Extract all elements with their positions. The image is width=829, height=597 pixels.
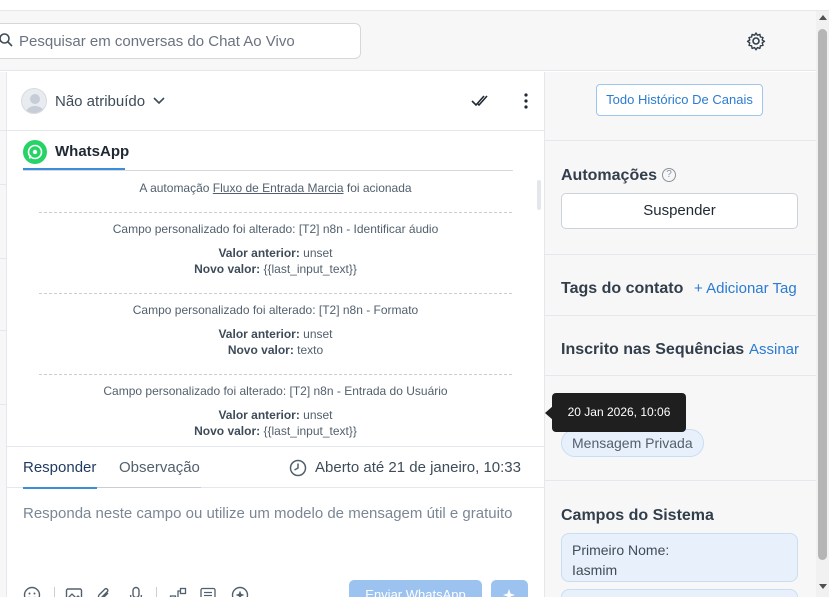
search-placeholder: Pesquisar em conversas do Chat Ao Vivo xyxy=(19,33,295,50)
template-icon[interactable] xyxy=(199,586,217,597)
subscribe-link[interactable]: Assinar xyxy=(749,341,799,358)
send-whatsapp-button[interactable]: Enviar WhatsApp xyxy=(349,580,482,597)
divider xyxy=(545,315,816,316)
clock-icon xyxy=(289,459,307,477)
scrollbar-thumb[interactable] xyxy=(818,29,827,560)
automation-event: A automação Fluxo de Entrada Marcia foi … xyxy=(23,181,528,195)
new-value-label: Novo valor: xyxy=(227,343,294,357)
open-until-label: Aberto até 21 de janeiro, 10:33 xyxy=(315,459,521,476)
automations-title: Automações xyxy=(561,167,658,184)
old-value-label: Valor anterior: xyxy=(218,327,300,341)
old-value-row: Valor anterior: unset xyxy=(23,408,528,422)
new-value-row: Novo valor: texto xyxy=(23,343,528,357)
old-value-label: Valor anterior: xyxy=(218,246,300,260)
tab-responder[interactable]: Responder xyxy=(23,459,96,476)
composer-tabs: Responder Observação Aberto até 21 de ja… xyxy=(7,446,545,489)
field-change-title: Campo personalizado foi alterado: [T2] n… xyxy=(103,384,448,398)
toolbar-divider xyxy=(54,587,55,597)
automation-link[interactable]: Fluxo de Entrada Marcia xyxy=(213,181,344,195)
first-name-field[interactable]: Primeiro Nome: Iasmim xyxy=(561,533,798,582)
chevron-down-icon[interactable] xyxy=(152,94,166,108)
event-prefix: A automação xyxy=(139,181,213,195)
scroll-up-icon[interactable] xyxy=(819,15,827,20)
attach-icon[interactable] xyxy=(95,586,113,597)
emoji-icon[interactable] xyxy=(23,586,41,597)
double-check-icon[interactable] xyxy=(471,91,491,111)
timestamp-tooltip: 20 Jan 2026, 10:06 xyxy=(552,393,686,432)
scroll-down-icon[interactable] xyxy=(819,584,827,589)
channel-history-button[interactable]: Todo Histórico De Canais xyxy=(596,84,763,116)
new-value: texto xyxy=(293,343,324,357)
help-icon[interactable]: ? xyxy=(662,168,676,182)
new-value-row: Novo valor: {{last_input_text}} xyxy=(23,262,528,276)
event-divider xyxy=(39,293,512,294)
image-icon[interactable] xyxy=(65,586,83,597)
sparkle-icon xyxy=(503,589,515,597)
next-field[interactable] xyxy=(561,589,798,597)
avatar xyxy=(21,88,47,114)
divider xyxy=(545,480,816,481)
contact-sidebar: Todo Histórico De Canais Automações ? Su… xyxy=(545,72,816,597)
new-value: {{last_input_text}} xyxy=(260,424,357,438)
divider xyxy=(545,140,816,141)
gear-icon[interactable] xyxy=(746,31,766,51)
old-value: unset xyxy=(299,408,333,422)
page-scrollbar[interactable] xyxy=(816,11,829,597)
divider xyxy=(23,170,513,171)
event-divider xyxy=(39,374,512,375)
first-name-value: Iasmim xyxy=(572,562,618,578)
search-input[interactable]: Pesquisar em conversas do Chat Ao Vivo xyxy=(0,23,361,59)
window-top-bar xyxy=(0,0,829,11)
new-value-label: Novo valor: xyxy=(194,424,261,438)
more-options-icon[interactable] xyxy=(521,91,531,111)
conversation-panel: Não atribuído WhatsApp A automação Fluxo… xyxy=(7,72,545,597)
old-value: unset xyxy=(299,246,333,260)
new-value-label: Novo valor: xyxy=(194,262,261,276)
field-change-title: Campo personalizado foi alterado: [T2] n… xyxy=(132,303,419,317)
divider xyxy=(545,375,816,376)
conversation-header: Não atribuído xyxy=(7,72,545,131)
new-value: {{last_input_text}} xyxy=(260,262,357,276)
activity-feed: A automação Fluxo de Entrada Marcia foi … xyxy=(23,172,543,446)
reply-input[interactable]: Responda neste campo ou utilize um model… xyxy=(23,505,512,522)
first-name-label: Primeiro Nome: xyxy=(572,542,670,558)
microphone-icon[interactable] xyxy=(127,586,145,597)
flow-icon[interactable] xyxy=(169,586,187,597)
new-value-row: Novo valor: {{last_input_text}} xyxy=(23,424,528,438)
suspend-button[interactable]: Suspender xyxy=(561,193,798,229)
assignee-dropdown[interactable]: Não atribuído xyxy=(55,93,145,110)
ai-assist-button[interactable] xyxy=(491,580,528,597)
active-tab-indicator xyxy=(23,487,97,489)
tab-observacao[interactable]: Observação xyxy=(119,459,200,476)
ai-icon[interactable] xyxy=(231,586,249,597)
private-message-chip[interactable]: Mensagem Privada xyxy=(561,429,704,457)
toolbar-divider xyxy=(156,587,157,597)
tags-title: Tags do contato xyxy=(561,280,684,297)
channel-label: WhatsApp xyxy=(55,143,130,160)
event-divider xyxy=(39,212,512,213)
event-suffix: foi acionada xyxy=(343,181,412,195)
whatsapp-icon xyxy=(23,140,47,164)
add-tag-link[interactable]: + Adicionar Tag xyxy=(694,280,797,297)
old-value-label: Valor anterior: xyxy=(218,408,300,422)
feed-scrollbar[interactable] xyxy=(537,180,541,210)
sequences-title: Inscrito nas Sequências xyxy=(561,341,745,358)
old-value-row: Valor anterior: unset xyxy=(23,246,528,260)
old-value: unset xyxy=(299,327,333,341)
divider xyxy=(545,254,816,255)
field-change-title: Campo personalizado foi alterado: [T2] n… xyxy=(112,222,439,236)
old-value-row: Valor anterior: unset xyxy=(23,327,528,341)
tab-underline xyxy=(97,487,201,488)
conversation-list-edge xyxy=(0,72,7,597)
search-icon xyxy=(0,33,13,47)
header-bar: Pesquisar em conversas do Chat Ao Vivo xyxy=(0,11,816,71)
system-fields-title: Campos do Sistema xyxy=(561,507,714,524)
